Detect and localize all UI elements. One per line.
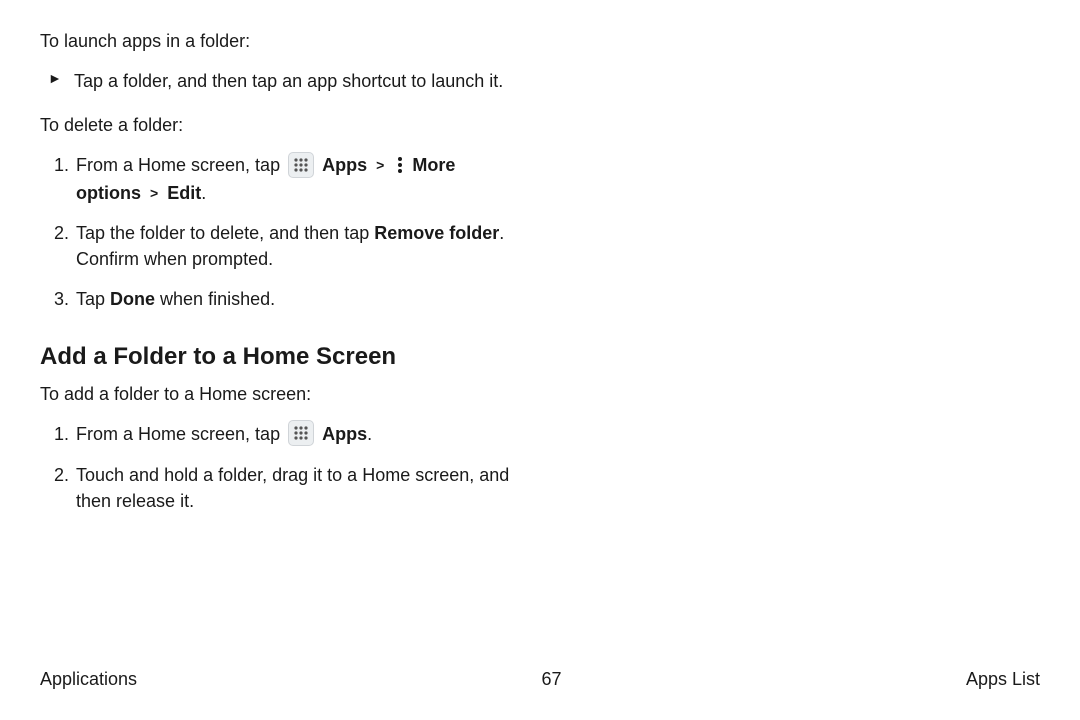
launch-intro: To launch apps in a folder: [40,28,510,54]
edit-label: Edit [167,183,201,203]
done-label: Done [110,289,155,309]
remove-folder-label: Remove folder [374,223,499,243]
delete-step-2: Tap the folder to delete, and then tap R… [74,220,510,272]
footer-page-number: 67 [137,666,966,692]
more-options-icon [395,155,405,175]
caret-icon: > [376,155,384,175]
apps-label: Apps [322,155,367,175]
add-step-1: From a Home screen, tap Apps. [74,421,510,448]
add-folder-heading: Add a Folder to a Home Screen [40,340,510,375]
apps-grid-icon [288,420,314,446]
launch-bullet: Tap a folder, and then tap an app shortc… [74,68,510,94]
footer-right: Apps List [966,666,1040,692]
apps-label: Apps [322,424,367,444]
add-folder-intro: To add a folder to a Home screen: [40,381,510,407]
delete-step-3: Tap Done when finished. [74,286,510,312]
add-step-2: Touch and hold a folder, drag it to a Ho… [74,462,510,514]
page-footer: Applications 67 Apps List [40,666,1040,692]
delete-step-1: From a Home screen, tap Apps > More opti… [74,152,510,205]
footer-left: Applications [40,666,137,692]
apps-grid-icon [288,152,314,178]
delete-intro: To delete a folder: [40,112,510,138]
caret-icon: > [150,183,158,203]
